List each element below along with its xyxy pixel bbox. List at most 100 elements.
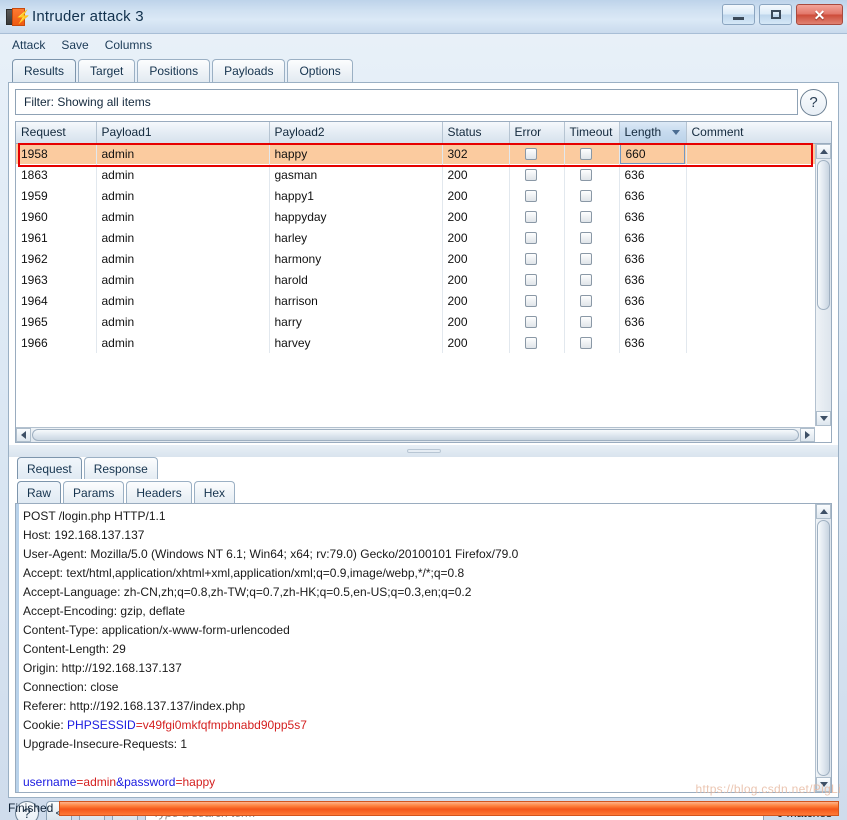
table-row[interactable]: 1964 admin harrison 200 636 [16,290,831,311]
cell-length: 636 [619,185,687,206]
tab-raw[interactable]: Raw [17,481,62,503]
scroll-down-button[interactable] [816,411,831,426]
column-header-length[interactable]: Length [619,122,687,144]
raw-request-line: Content-Type: application/x-www-form-url… [23,623,290,637]
raw-vscroll-thumb[interactable] [817,520,830,776]
column-header-error[interactable]: Error [509,122,565,144]
error-checkbox[interactable] [524,189,537,202]
error-checkbox[interactable] [524,168,537,181]
tab-positions[interactable]: Positions [137,59,211,82]
body-param-name-1: username [23,775,77,789]
table-row[interactable]: 1962 admin harmony 200 636 [16,248,831,269]
timeout-checkbox[interactable] [579,294,592,307]
scroll-left-button[interactable] [16,428,31,442]
timeout-checkbox[interactable] [579,210,592,223]
error-checkbox[interactable] [524,336,537,349]
menu-item-save[interactable]: Save [59,37,90,53]
timeout-checkbox[interactable] [579,231,592,244]
cell-status: 200 [442,290,510,311]
error-checkbox[interactable] [524,315,537,328]
column-header-payload2[interactable]: Payload2 [269,122,443,144]
triangle-up-icon [819,509,828,514]
raw-vertical-scrollbar[interactable] [815,504,831,792]
cell-payload1: admin [96,227,270,248]
timeout-checkbox[interactable] [579,252,592,265]
table-row[interactable]: 1966 admin harvey 200 636 [16,332,831,353]
raw-request-line: User-Agent: Mozilla/5.0 (Windows NT 6.1;… [23,547,519,561]
tab-hex[interactable]: Hex [193,481,236,503]
table-vscroll-thumb[interactable] [817,160,830,310]
results-panel: Filter: Showing all items ? Request Payl… [8,82,839,820]
tab-params[interactable]: Params [63,481,125,503]
close-button[interactable]: ✕ [796,4,843,25]
error-checkbox[interactable] [524,294,537,307]
table-row[interactable]: 1960 admin happyday 200 636 [16,206,831,227]
error-checkbox[interactable] [524,273,537,286]
cell-error [509,248,565,269]
cell-comment [686,332,831,353]
error-checkbox[interactable] [524,252,537,265]
tab-results[interactable]: Results [12,59,77,82]
tab-headers[interactable]: Headers [126,481,192,503]
timeout-checkbox[interactable] [579,147,592,160]
cell-status: 200 [442,248,510,269]
tab-request[interactable]: Request [17,457,82,479]
cell-request: 1958 [16,143,97,164]
minimize-button[interactable] [722,4,755,25]
menu-item-columns[interactable]: Columns [103,37,154,53]
minimize-icon [733,16,744,20]
cell-error [509,311,565,332]
cell-length: 636 [619,269,687,290]
table-vertical-scrollbar[interactable] [815,144,831,426]
scroll-up-button[interactable] [816,144,831,159]
scroll-right-button[interactable] [800,428,815,442]
window-controls: ✕ [722,4,843,25]
raw-scroll-up-button[interactable] [816,504,831,519]
raw-request-text[interactable]: POST /login.php HTTP/1.1 Host: 192.168.13… [16,504,814,792]
table-row[interactable]: 1863 admin gasman 200 636 [16,164,831,185]
cell-length: 636 [619,332,687,353]
table-row[interactable]: 1958 admin happy 302 660 [16,143,831,164]
maximize-button[interactable] [759,4,792,25]
table-row[interactable]: 1965 admin harry 200 636 [16,311,831,332]
cell-timeout [564,248,620,269]
menu-item-attack[interactable]: Attack [10,37,47,53]
table-row[interactable]: 1961 admin harley 200 636 [16,227,831,248]
table-row[interactable]: 1959 admin happy1 200 636 [16,185,831,206]
filter-row: Filter: Showing all items ? [9,89,827,116]
column-header-request[interactable]: Request [16,122,97,144]
tab-payloads[interactable]: Payloads [212,59,286,82]
column-header-status[interactable]: Status [442,122,510,144]
table-row[interactable]: 1963 admin harold 200 636 [16,269,831,290]
raw-scroll-down-button[interactable] [816,777,831,792]
error-checkbox[interactable] [524,210,537,223]
error-checkbox[interactable] [524,147,537,160]
table-horizontal-scrollbar[interactable] [16,427,815,442]
timeout-checkbox[interactable] [579,168,592,181]
cell-timeout [564,206,620,227]
cell-payload2: harmony [269,248,443,269]
panel-splitter[interactable] [9,445,838,457]
filter-bar[interactable]: Filter: Showing all items ? [15,89,827,116]
tab-response[interactable]: Response [83,457,158,479]
cell-request: 1961 [16,227,97,248]
tab-target[interactable]: Target [78,59,136,82]
column-header-comment[interactable]: Comment [686,122,831,144]
timeout-checkbox[interactable] [579,336,592,349]
splitter-grip[interactable] [406,449,441,453]
timeout-checkbox[interactable] [579,189,592,202]
timeout-checkbox[interactable] [579,273,592,286]
tab-options[interactable]: Options [287,59,353,82]
column-header-payload1[interactable]: Payload1 [96,122,270,144]
cell-payload1: admin [96,332,270,353]
cell-comment [686,248,831,269]
table-hscroll-thumb[interactable] [32,429,799,441]
column-header-timeout[interactable]: Timeout [564,122,620,144]
cookie-value: v49fgi0mkfqfmpbnabd90pp5s7 [142,718,307,732]
error-checkbox[interactable] [524,231,537,244]
timeout-checkbox[interactable] [579,315,592,328]
filter-help-icon[interactable]: ? [800,89,827,116]
table-header-row: Request Payload1 Payload2 Status Error T… [16,122,831,144]
cell-payload1: admin [96,143,270,164]
cell-length: 660 [619,143,687,164]
